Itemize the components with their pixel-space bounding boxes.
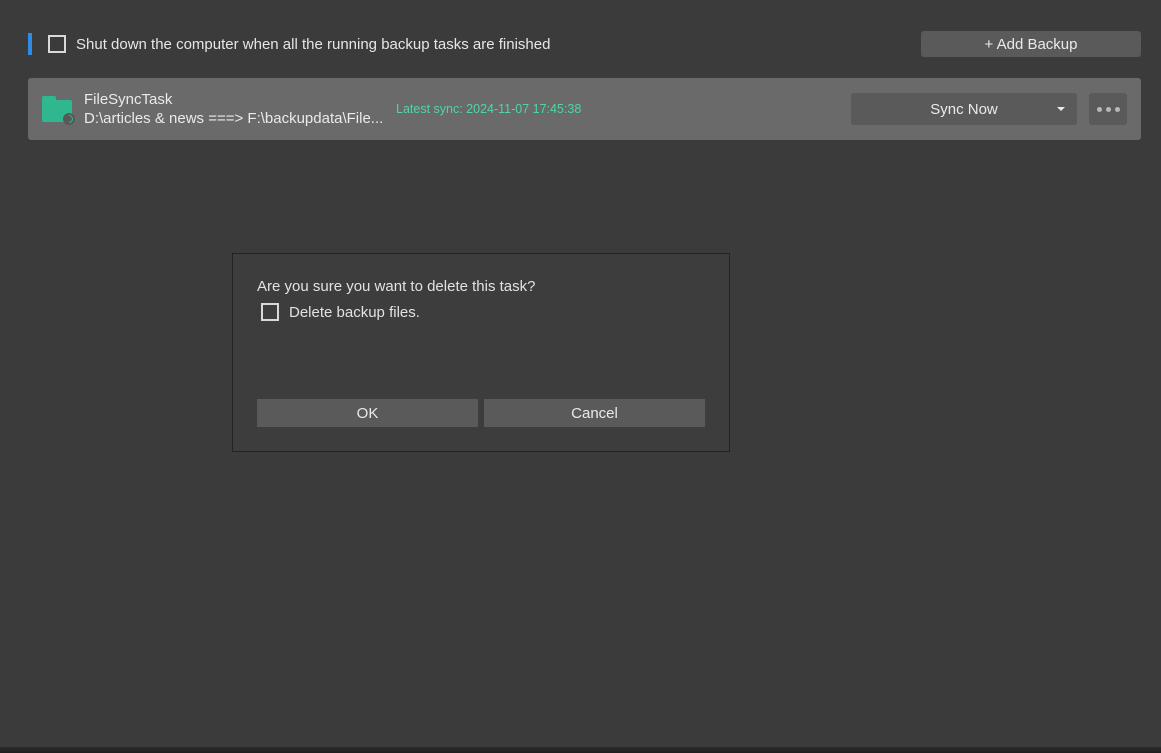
folder-sync-icon (42, 96, 72, 122)
task-latest-sync: Latest sync: 2024-11-07 17:45:38 (396, 102, 839, 116)
accent-bar (28, 33, 32, 55)
dots-icon (1097, 107, 1102, 112)
chevron-down-icon (1057, 107, 1065, 111)
dialog-buttons: OK Cancel (257, 399, 705, 427)
ok-button[interactable]: OK (257, 399, 478, 427)
add-backup-button[interactable]: + Add Backup (921, 31, 1141, 57)
delete-files-row: Delete backup files. (257, 303, 705, 321)
dots-icon (1115, 107, 1120, 112)
sync-now-dropdown[interactable]: Sync Now (851, 93, 1077, 125)
bottom-shadow (0, 747, 1161, 753)
shutdown-checkbox[interactable] (48, 35, 66, 53)
task-path: D:\articles & news ===> F:\backupdata\Fi… (84, 109, 384, 129)
dialog-message: Are you sure you want to delete this tas… (257, 278, 705, 295)
delete-files-checkbox[interactable] (261, 303, 279, 321)
dots-icon (1106, 107, 1111, 112)
shutdown-label: Shut down the computer when all the runn… (76, 36, 921, 53)
task-info: FileSyncTask D:\articles & news ===> F:\… (84, 90, 384, 129)
topbar: Shut down the computer when all the runn… (28, 32, 1141, 56)
task-row[interactable]: FileSyncTask D:\articles & news ===> F:\… (28, 78, 1141, 140)
cancel-button[interactable]: Cancel (484, 399, 705, 427)
task-name: FileSyncTask (84, 90, 384, 110)
sync-now-label: Sync Now (930, 101, 998, 118)
delete-files-label: Delete backup files. (289, 304, 420, 321)
more-options-button[interactable] (1089, 93, 1127, 125)
delete-task-dialog: Are you sure you want to delete this tas… (232, 253, 730, 452)
